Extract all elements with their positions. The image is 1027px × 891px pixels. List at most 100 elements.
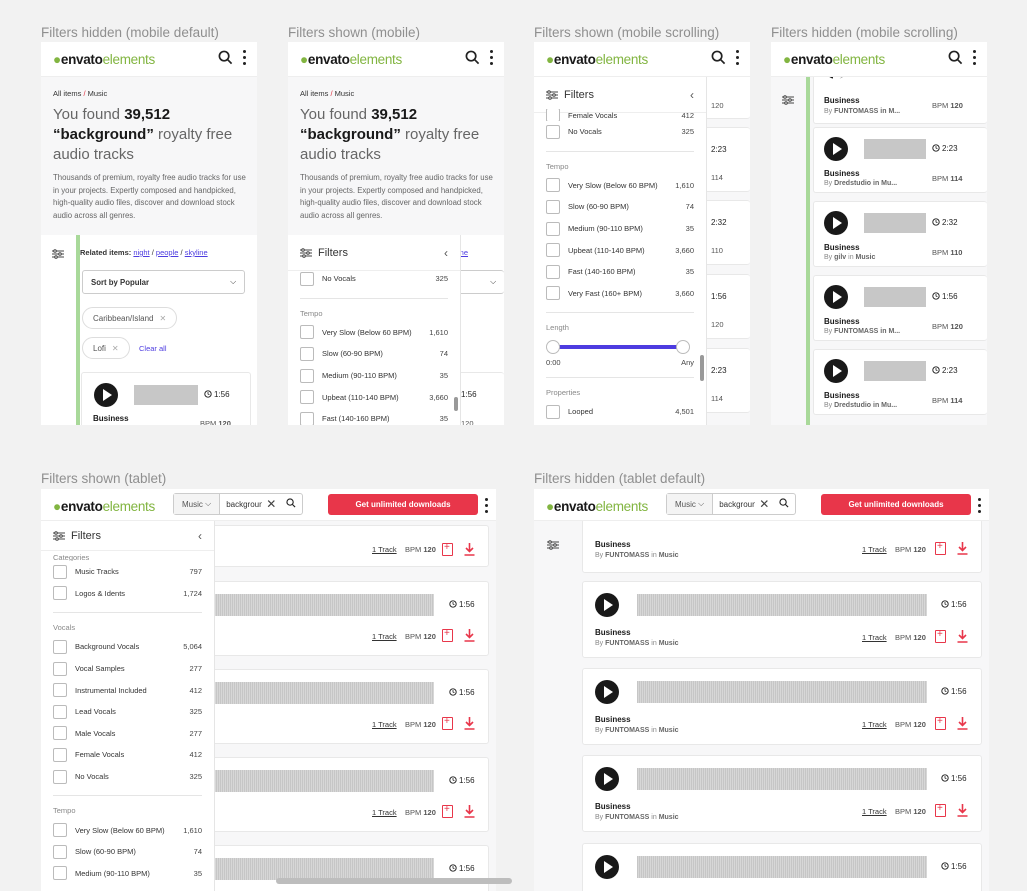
track-card[interactable]: 1:56 Business By FUNTOMASS in M... BPM 1… bbox=[813, 275, 987, 341]
slider-min-handle[interactable] bbox=[546, 340, 560, 355]
download-icon[interactable] bbox=[957, 542, 968, 555]
track-card[interactable]: 1:56 120 bbox=[704, 274, 750, 339]
download-icon[interactable] bbox=[464, 629, 475, 642]
filter-option[interactable]: No Vocals 325 bbox=[534, 121, 706, 143]
sort-select[interactable]: ⌵ bbox=[454, 270, 504, 294]
track-card[interactable]: 1:56 bbox=[211, 845, 489, 891]
track-card[interactable]: 1:56 Business By FUNTOMASS in Music 1 Tr… bbox=[582, 581, 982, 658]
track-card[interactable]: 2:23 Business By Dredstudio in Mu... BPM… bbox=[813, 349, 987, 415]
filter-option[interactable]: Fast (140-160 BPM) 35 bbox=[288, 408, 460, 425]
search-icon[interactable] bbox=[280, 498, 302, 510]
download-icon[interactable] bbox=[957, 804, 968, 817]
related-link-people[interactable]: people bbox=[156, 248, 179, 257]
track-title[interactable]: Business bbox=[93, 414, 129, 423]
bookmark-icon[interactable] bbox=[442, 628, 453, 642]
checkbox[interactable] bbox=[300, 271, 314, 286]
download-icon[interactable] bbox=[957, 630, 968, 643]
filter-option[interactable]: Very Slow (Below 60 BPM) 1,610 bbox=[534, 175, 706, 197]
panel-scrollbar[interactable] bbox=[454, 397, 458, 411]
track-card[interactable]: 1:56 120 bbox=[454, 372, 504, 425]
track-card[interactable]: 2:32 110 bbox=[704, 200, 750, 265]
track-card[interactable]: 2:23 Business By Dredstudio in Mu... BPM… bbox=[813, 127, 987, 193]
waveform[interactable] bbox=[864, 287, 926, 307]
bookmark-icon[interactable] bbox=[935, 629, 946, 643]
waveform[interactable] bbox=[637, 856, 927, 878]
play-button[interactable] bbox=[824, 359, 848, 383]
track-card[interactable]: 1:56 Business By FUNTOMASS in Music 1 Tr… bbox=[582, 755, 982, 832]
slider-max-handle[interactable] bbox=[676, 340, 690, 355]
download-icon[interactable] bbox=[464, 717, 475, 730]
filter-option[interactable]: Logos & Idents 1,724 bbox=[41, 583, 214, 605]
filter-option[interactable]: Vocal Samples 277 bbox=[41, 658, 214, 680]
search-icon[interactable] bbox=[773, 498, 795, 510]
more-menu-icon[interactable] bbox=[736, 50, 740, 68]
breadcrumb-all-items[interactable]: All items bbox=[53, 89, 81, 98]
clear-search-icon[interactable]: ✕ bbox=[262, 497, 280, 511]
waveform[interactable] bbox=[637, 594, 927, 616]
filters-toggle-icon[interactable] bbox=[52, 246, 64, 264]
play-button[interactable] bbox=[595, 593, 619, 617]
more-menu-icon[interactable] bbox=[485, 498, 489, 516]
play-button[interactable] bbox=[824, 285, 848, 309]
track-card[interactable]: 1:56 1 Track BPM 120 bbox=[211, 669, 489, 744]
length-slider[interactable] bbox=[534, 336, 706, 358]
bookmark-icon[interactable] bbox=[935, 803, 946, 817]
play-button[interactable] bbox=[595, 767, 619, 791]
envato-logo[interactable]: ●envatoelements bbox=[53, 52, 155, 67]
get-unlimited-downloads-button[interactable]: Get unlimited downloads bbox=[328, 494, 478, 515]
more-menu-icon[interactable] bbox=[243, 50, 247, 68]
filter-chip-lofi[interactable]: Lofi ✕ bbox=[82, 337, 130, 359]
filter-chip-caribbean[interactable]: Caribbean/Island ✕ bbox=[82, 307, 178, 329]
bookmark-icon[interactable] bbox=[442, 542, 453, 556]
track-card[interactable]: Business By FUNTOMASS in Music 1 Track B… bbox=[582, 519, 982, 573]
search-input[interactable]: background bbox=[220, 500, 262, 509]
filter-option[interactable]: No Vocals 325 bbox=[288, 268, 460, 290]
search-icon[interactable] bbox=[218, 50, 233, 70]
search-input[interactable]: background bbox=[713, 500, 755, 509]
waveform[interactable] bbox=[864, 139, 926, 159]
filter-option[interactable]: Very Slow (Below 60 BPM) 1,610 bbox=[41, 819, 214, 841]
envato-logo[interactable]: ●envatoelements bbox=[546, 52, 648, 67]
panel-scrollbar[interactable] bbox=[700, 355, 704, 381]
category-select[interactable]: Music ⌵ bbox=[667, 494, 714, 514]
track-card[interactable]: 1:56 bbox=[582, 843, 982, 891]
bookmark-icon[interactable] bbox=[935, 541, 946, 555]
filter-option[interactable]: Lead Vocals 325 bbox=[41, 701, 214, 723]
waveform[interactable] bbox=[212, 594, 434, 616]
filter-option[interactable]: Medium (90-110 BPM) 35 bbox=[288, 365, 460, 387]
filter-option[interactable]: Upbeat (110-140 BPM) 3,660 bbox=[288, 386, 460, 408]
waveform[interactable] bbox=[637, 681, 927, 703]
filter-option[interactable]: Male Vocals 277 bbox=[41, 723, 214, 745]
related-link-skyline[interactable]: skyline bbox=[185, 248, 208, 257]
waveform[interactable] bbox=[212, 682, 434, 704]
track-card[interactable]: 2:23 114 bbox=[704, 348, 750, 413]
clear-all-link[interactable]: Clear all bbox=[139, 344, 167, 353]
filters-toggle-icon[interactable] bbox=[782, 92, 794, 110]
play-button[interactable] bbox=[94, 383, 118, 407]
collapse-filters-icon[interactable]: ‹ bbox=[444, 246, 448, 260]
more-menu-icon[interactable] bbox=[973, 50, 977, 68]
more-menu-icon[interactable] bbox=[490, 50, 494, 68]
filter-option[interactable]: Slow (60-90 BPM) 74 bbox=[534, 196, 706, 218]
filter-option[interactable]: Looped 4,501 bbox=[534, 401, 706, 423]
get-unlimited-downloads-button[interactable]: Get unlimited downloads bbox=[821, 494, 971, 515]
envato-logo[interactable]: ●envatoelements bbox=[783, 52, 885, 67]
waveform[interactable] bbox=[637, 768, 927, 790]
track-card[interactable]: 1:56 1 Track BPM 120 bbox=[211, 757, 489, 832]
download-icon[interactable] bbox=[957, 717, 968, 730]
breadcrumb-music[interactable]: Music bbox=[88, 89, 108, 98]
waveform[interactable] bbox=[212, 858, 434, 880]
category-select[interactable]: Music ⌵ bbox=[174, 494, 221, 514]
play-button[interactable] bbox=[824, 211, 848, 235]
track-card[interactable]: 1:56 Business By FUNTOMASS in Music 1 Tr… bbox=[582, 668, 982, 745]
filter-option[interactable]: Female Vocals 412 bbox=[534, 109, 706, 121]
play-button[interactable] bbox=[824, 137, 848, 161]
collapse-filters-icon[interactable]: ‹ bbox=[198, 529, 202, 543]
download-icon[interactable] bbox=[464, 805, 475, 818]
filter-option[interactable]: Female Vocals 412 bbox=[41, 744, 214, 766]
waveform[interactable] bbox=[864, 361, 926, 381]
related-link-night[interactable]: night bbox=[133, 248, 149, 257]
filter-option[interactable]: Slow (60-90 BPM) 74 bbox=[288, 343, 460, 365]
filter-option[interactable]: Fast (140-160 BPM) 35 bbox=[534, 261, 706, 283]
waveform[interactable] bbox=[212, 770, 434, 792]
